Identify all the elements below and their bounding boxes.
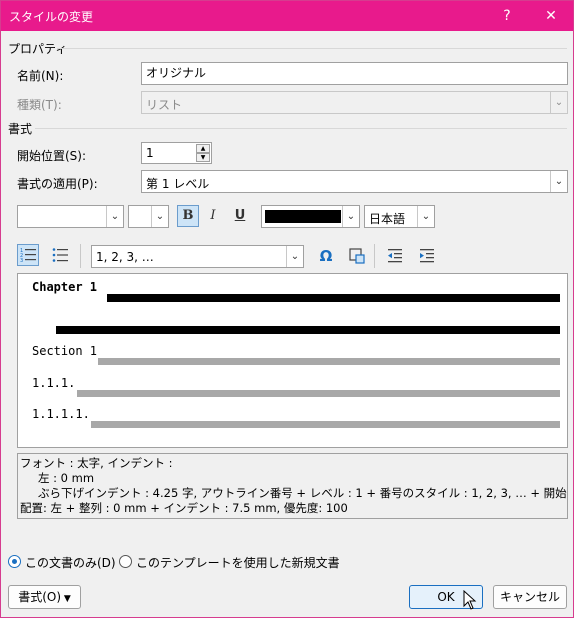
apply-to-select[interactable]: 第 1 レベル ⌄ bbox=[141, 170, 568, 193]
start-at-value: 1 bbox=[146, 146, 154, 160]
preview-text-bar bbox=[98, 358, 560, 365]
chevron-down-icon: ⌄ bbox=[550, 92, 567, 113]
format-separator bbox=[35, 128, 567, 129]
font-name-select[interactable]: ⌄ bbox=[17, 205, 124, 228]
type-label: 種類(T): bbox=[17, 98, 62, 112]
preview-text-bar bbox=[77, 390, 560, 397]
spin-up-icon[interactable]: ▲ bbox=[196, 144, 210, 153]
name-label: 名前(N): bbox=[17, 69, 64, 83]
modify-style-dialog: スタイルの変更 ? ✕ プロパティ 名前(N): オリジナル 種類(T): リス… bbox=[0, 0, 574, 618]
new-template-documents-radio[interactable] bbox=[119, 555, 132, 568]
decrease-indent-icon[interactable] bbox=[384, 245, 406, 267]
description-line: 左 : 0 mm bbox=[38, 471, 95, 485]
preview-chapter-label: Chapter 1 bbox=[32, 280, 98, 294]
spin-down-icon[interactable]: ▼ bbox=[196, 153, 210, 162]
help-button[interactable]: ? bbox=[487, 1, 527, 31]
preview-heading-bar bbox=[107, 294, 560, 302]
svg-text:3: 3 bbox=[20, 258, 23, 264]
font-size-select[interactable]: ⌄ bbox=[128, 205, 169, 228]
mouse-cursor-icon bbox=[463, 590, 477, 610]
close-button[interactable]: ✕ bbox=[531, 1, 571, 31]
chevron-down-icon: ⌄ bbox=[151, 206, 168, 227]
description-line: 配置: 左 + 整列 : 0 mm + インデント : 7.5 mm, 優先度:… bbox=[20, 501, 348, 515]
chevron-down-icon: ⌄ bbox=[286, 246, 303, 267]
format-section-label: 書式 bbox=[8, 122, 33, 136]
preview-heading-bar bbox=[56, 326, 560, 334]
bold-button[interactable]: B bbox=[177, 205, 199, 227]
this-document-radio[interactable] bbox=[8, 555, 21, 568]
apply-to-label: 書式の適用(P): bbox=[17, 177, 98, 191]
font-color-select[interactable]: ⌄ bbox=[261, 205, 360, 228]
underline-button[interactable]: U bbox=[229, 205, 251, 227]
toolbar-divider bbox=[80, 244, 81, 268]
caret-down-icon: ▼ bbox=[61, 594, 71, 604]
picture-bullet-icon[interactable] bbox=[346, 245, 368, 267]
font-color-swatch bbox=[265, 210, 341, 223]
preview-text-bar bbox=[91, 421, 560, 428]
format-menu-button[interactable]: 書式(O) ▼ bbox=[8, 585, 81, 609]
increase-indent-icon[interactable] bbox=[416, 245, 438, 267]
language-select[interactable]: 日本語 ⌄ bbox=[364, 205, 435, 228]
title-bar: スタイルの変更 ? ✕ bbox=[1, 1, 573, 31]
chevron-down-icon: ⌄ bbox=[106, 206, 123, 227]
start-at-label: 開始位置(S): bbox=[17, 149, 87, 163]
start-at-stepper[interactable]: 1 ▲ ▼ bbox=[141, 142, 212, 164]
toolbar-divider bbox=[374, 244, 375, 268]
preview-section-label: Section 1 bbox=[32, 344, 98, 358]
new-template-documents-label[interactable]: このテンプレートを使用した新規文書 bbox=[136, 554, 340, 571]
description-line: フォント : 太字, インデント : bbox=[20, 456, 173, 470]
preview-level3-label: 1.1.1. bbox=[32, 376, 76, 390]
language-value: 日本語 bbox=[369, 212, 406, 226]
description-line: ぶら下げインデント : 4.25 字, アウトライン番号 + レベル : 1 +… bbox=[38, 486, 568, 500]
chevron-down-icon: ⌄ bbox=[417, 206, 434, 227]
this-document-label[interactable]: この文書のみ(D) bbox=[25, 554, 116, 571]
type-select[interactable]: リスト ⌄ bbox=[141, 91, 568, 114]
properties-separator bbox=[57, 48, 567, 49]
bulleted-list-icon[interactable] bbox=[49, 244, 71, 266]
name-field[interactable]: オリジナル bbox=[141, 62, 568, 85]
chevron-down-icon: ⌄ bbox=[550, 171, 567, 192]
window-title: スタイルの変更 bbox=[9, 10, 94, 24]
omega-symbol-icon[interactable]: Ω bbox=[315, 245, 337, 267]
numbered-list-icon[interactable]: 1 2 3 bbox=[17, 244, 39, 266]
apply-to-value: 第 1 レベル bbox=[146, 177, 210, 191]
type-select-value: リスト bbox=[146, 98, 183, 112]
style-preview: Chapter 1 Section 1 1.1.1. 1.1.1.1. bbox=[17, 273, 568, 448]
number-style-value: 1, 2, 3, … bbox=[96, 250, 154, 264]
preview-level4-label: 1.1.1.1. bbox=[32, 407, 90, 421]
number-style-select[interactable]: 1, 2, 3, … ⌄ bbox=[91, 245, 304, 268]
style-description: フォント : 太字, インデント : 左 : 0 mm ぶら下げインデント : … bbox=[17, 453, 568, 519]
chevron-down-icon: ⌄ bbox=[342, 206, 359, 227]
italic-button[interactable]: I bbox=[202, 205, 224, 227]
cancel-button[interactable]: キャンセル bbox=[493, 585, 567, 609]
format-menu-label: 書式(O) bbox=[18, 590, 61, 604]
